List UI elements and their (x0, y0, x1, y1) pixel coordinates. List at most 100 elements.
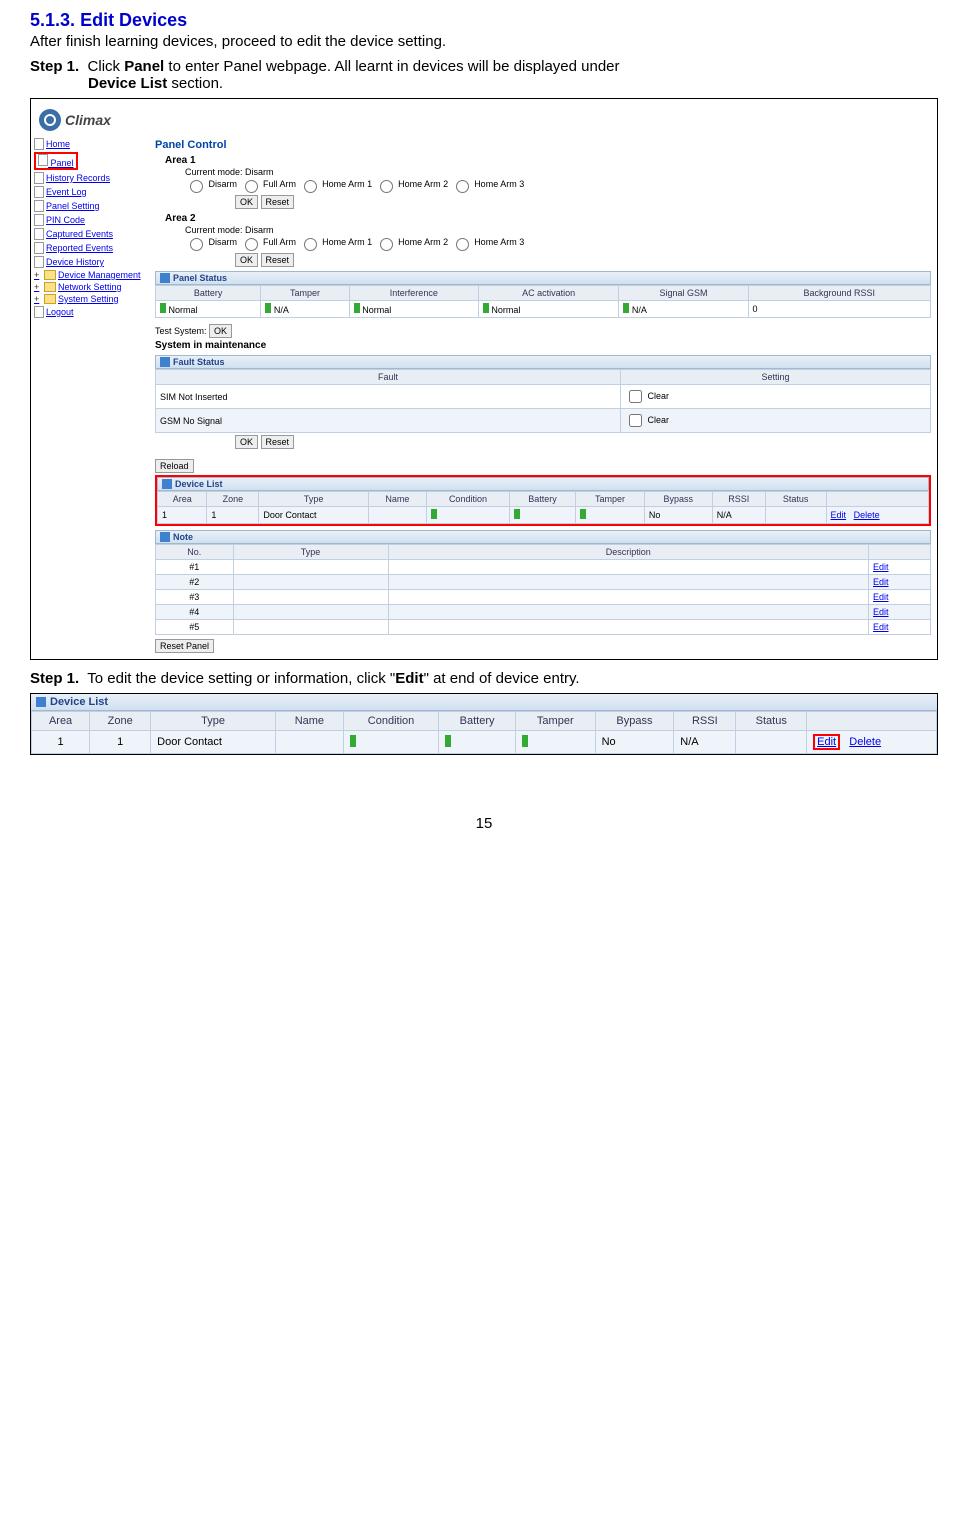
note-row: #2Edit (156, 575, 931, 590)
nav-device-mgmt[interactable]: +Device Management (33, 269, 149, 281)
note-edit-3[interactable]: Edit (873, 592, 889, 602)
th-battery2: Battery (509, 492, 575, 507)
note-edit-4[interactable]: Edit (873, 607, 889, 617)
note-bar: Note (155, 530, 931, 544)
area2-home2[interactable]: Home Arm 2 (375, 237, 449, 247)
note-edit-5[interactable]: Edit (873, 622, 889, 632)
opt-home2-label: Home Arm 2 (398, 179, 448, 189)
arrow-icon (36, 697, 46, 707)
nav-logout[interactable]: Logout (33, 305, 149, 319)
radio-home1-a2[interactable] (304, 238, 317, 251)
note-edit-1[interactable]: Edit (873, 562, 889, 572)
area2-ok-button[interactable]: OK (235, 253, 258, 267)
edit-link[interactable]: Edit (831, 510, 847, 520)
device-list-title-2: Device List (50, 696, 108, 708)
td2-name (275, 731, 343, 754)
nav-system-label: System Setting (58, 294, 119, 304)
note-desc-5 (388, 620, 869, 635)
nav-captured[interactable]: Captured Events (33, 227, 149, 241)
page-icon (34, 228, 44, 240)
td-ac: Normal (478, 301, 618, 318)
logo-area: Climax (31, 99, 937, 135)
area1-home3[interactable]: Home Arm 3 (451, 179, 525, 189)
opt-home1-label2: Home Arm 1 (322, 237, 372, 247)
radio-home1-a1[interactable] (304, 180, 317, 193)
nav-event-log[interactable]: Event Log (33, 185, 149, 199)
radio-fullarm-a1[interactable] (245, 180, 258, 193)
note-edit-2[interactable]: Edit (873, 577, 889, 587)
td-battery: Normal (156, 301, 261, 318)
nav-eventlog-label: Event Log (46, 187, 87, 197)
step1-t1: Click (88, 58, 125, 75)
nav-panel[interactable]: Panel (33, 151, 149, 171)
nav-history[interactable]: History Records (33, 171, 149, 185)
page-icon (34, 200, 44, 212)
area1-reset-button[interactable]: Reset (261, 195, 295, 209)
status-green-icon (514, 509, 520, 519)
expand-icon[interactable]: + (34, 294, 42, 304)
opt-disarm-label2: Disarm (209, 237, 238, 247)
radio-home3-a1[interactable] (456, 180, 469, 193)
td2-bypass: No (595, 731, 674, 754)
status-green-icon (350, 735, 356, 747)
system-maintenance-text: System in maintenance (155, 340, 931, 351)
fault-reset-button[interactable]: Reset (261, 435, 295, 449)
area2-disarm[interactable]: Disarm (185, 237, 237, 247)
td-bypass: No (644, 507, 712, 524)
td2-type: Door Contact (151, 731, 276, 754)
radio-home2-a2[interactable] (380, 238, 393, 251)
nav-system[interactable]: + System Setting (33, 293, 149, 305)
area1-home2[interactable]: Home Arm 2 (375, 179, 449, 189)
clear-checkbox-2[interactable] (629, 414, 642, 427)
note-type-4 (233, 605, 388, 620)
td-rssi: N/A (712, 507, 765, 524)
device-list-title: Device List (175, 479, 223, 489)
nav-pin-code[interactable]: PIN Code (33, 213, 149, 227)
td2-zone: 1 (90, 731, 151, 754)
test-system-line: Test System: OK (155, 324, 931, 338)
edit-link-2[interactable]: Edit (817, 736, 836, 748)
area1-home1[interactable]: Home Arm 1 (299, 179, 373, 189)
nav-device-history[interactable]: Device History (33, 255, 149, 269)
radio-home2-a1[interactable] (380, 180, 393, 193)
area2-fullarm[interactable]: Full Arm (240, 237, 297, 247)
radio-disarm-a2[interactable] (190, 238, 203, 251)
reset-panel-button[interactable]: Reset Panel (155, 639, 214, 653)
area1-disarm[interactable]: Disarm (185, 179, 237, 189)
device-list-bar: Device List (157, 477, 929, 491)
reload-button[interactable]: Reload (155, 459, 194, 473)
test-system-ok-button[interactable]: OK (209, 324, 232, 338)
radio-disarm-a1[interactable] (190, 180, 203, 193)
area1-fullarm[interactable]: Full Arm (240, 179, 297, 189)
radio-fullarm-a2[interactable] (245, 238, 258, 251)
val-na1: N/A (274, 305, 289, 315)
nav-home[interactable]: Home (33, 137, 149, 151)
arrow-icon (162, 479, 172, 489)
th-interference: Interference (349, 286, 478, 301)
th2-name: Name (275, 712, 343, 731)
nav-network[interactable]: +Network Setting (33, 281, 149, 293)
delete-link-2[interactable]: Delete (849, 736, 881, 748)
area2-reset-button[interactable]: Reset (261, 253, 295, 267)
expand-icon[interactable]: + (34, 270, 42, 280)
radio-home3-a2[interactable] (456, 238, 469, 251)
nav-reported[interactable]: Reported Events (33, 241, 149, 255)
nav-panel-setting[interactable]: Panel Setting (33, 199, 149, 213)
area2-home1[interactable]: Home Arm 1 (299, 237, 373, 247)
step2-t1: To edit the device setting or informatio… (87, 670, 395, 687)
th-no: No. (156, 545, 234, 560)
fault-ok-button[interactable]: OK (235, 435, 258, 449)
th-tamper2: Tamper (576, 492, 645, 507)
expand-icon[interactable]: + (34, 282, 42, 292)
clear-checkbox-1[interactable] (629, 390, 642, 403)
fault-row1: SIM Not Inserted (156, 385, 621, 409)
device-row-2: 1 1 Door Contact No N/A Edit Delete (32, 731, 937, 754)
note-type-1 (233, 560, 388, 575)
device-list-highlight: Device List Area Zone Type Name Conditio… (155, 475, 931, 526)
area1-ok-button[interactable]: OK (235, 195, 258, 209)
arrow-icon (160, 273, 170, 283)
area2-home3[interactable]: Home Arm 3 (451, 237, 525, 247)
val-normal2: Normal (362, 305, 391, 315)
td2-rssi: N/A (674, 731, 736, 754)
delete-link[interactable]: Delete (854, 510, 880, 520)
